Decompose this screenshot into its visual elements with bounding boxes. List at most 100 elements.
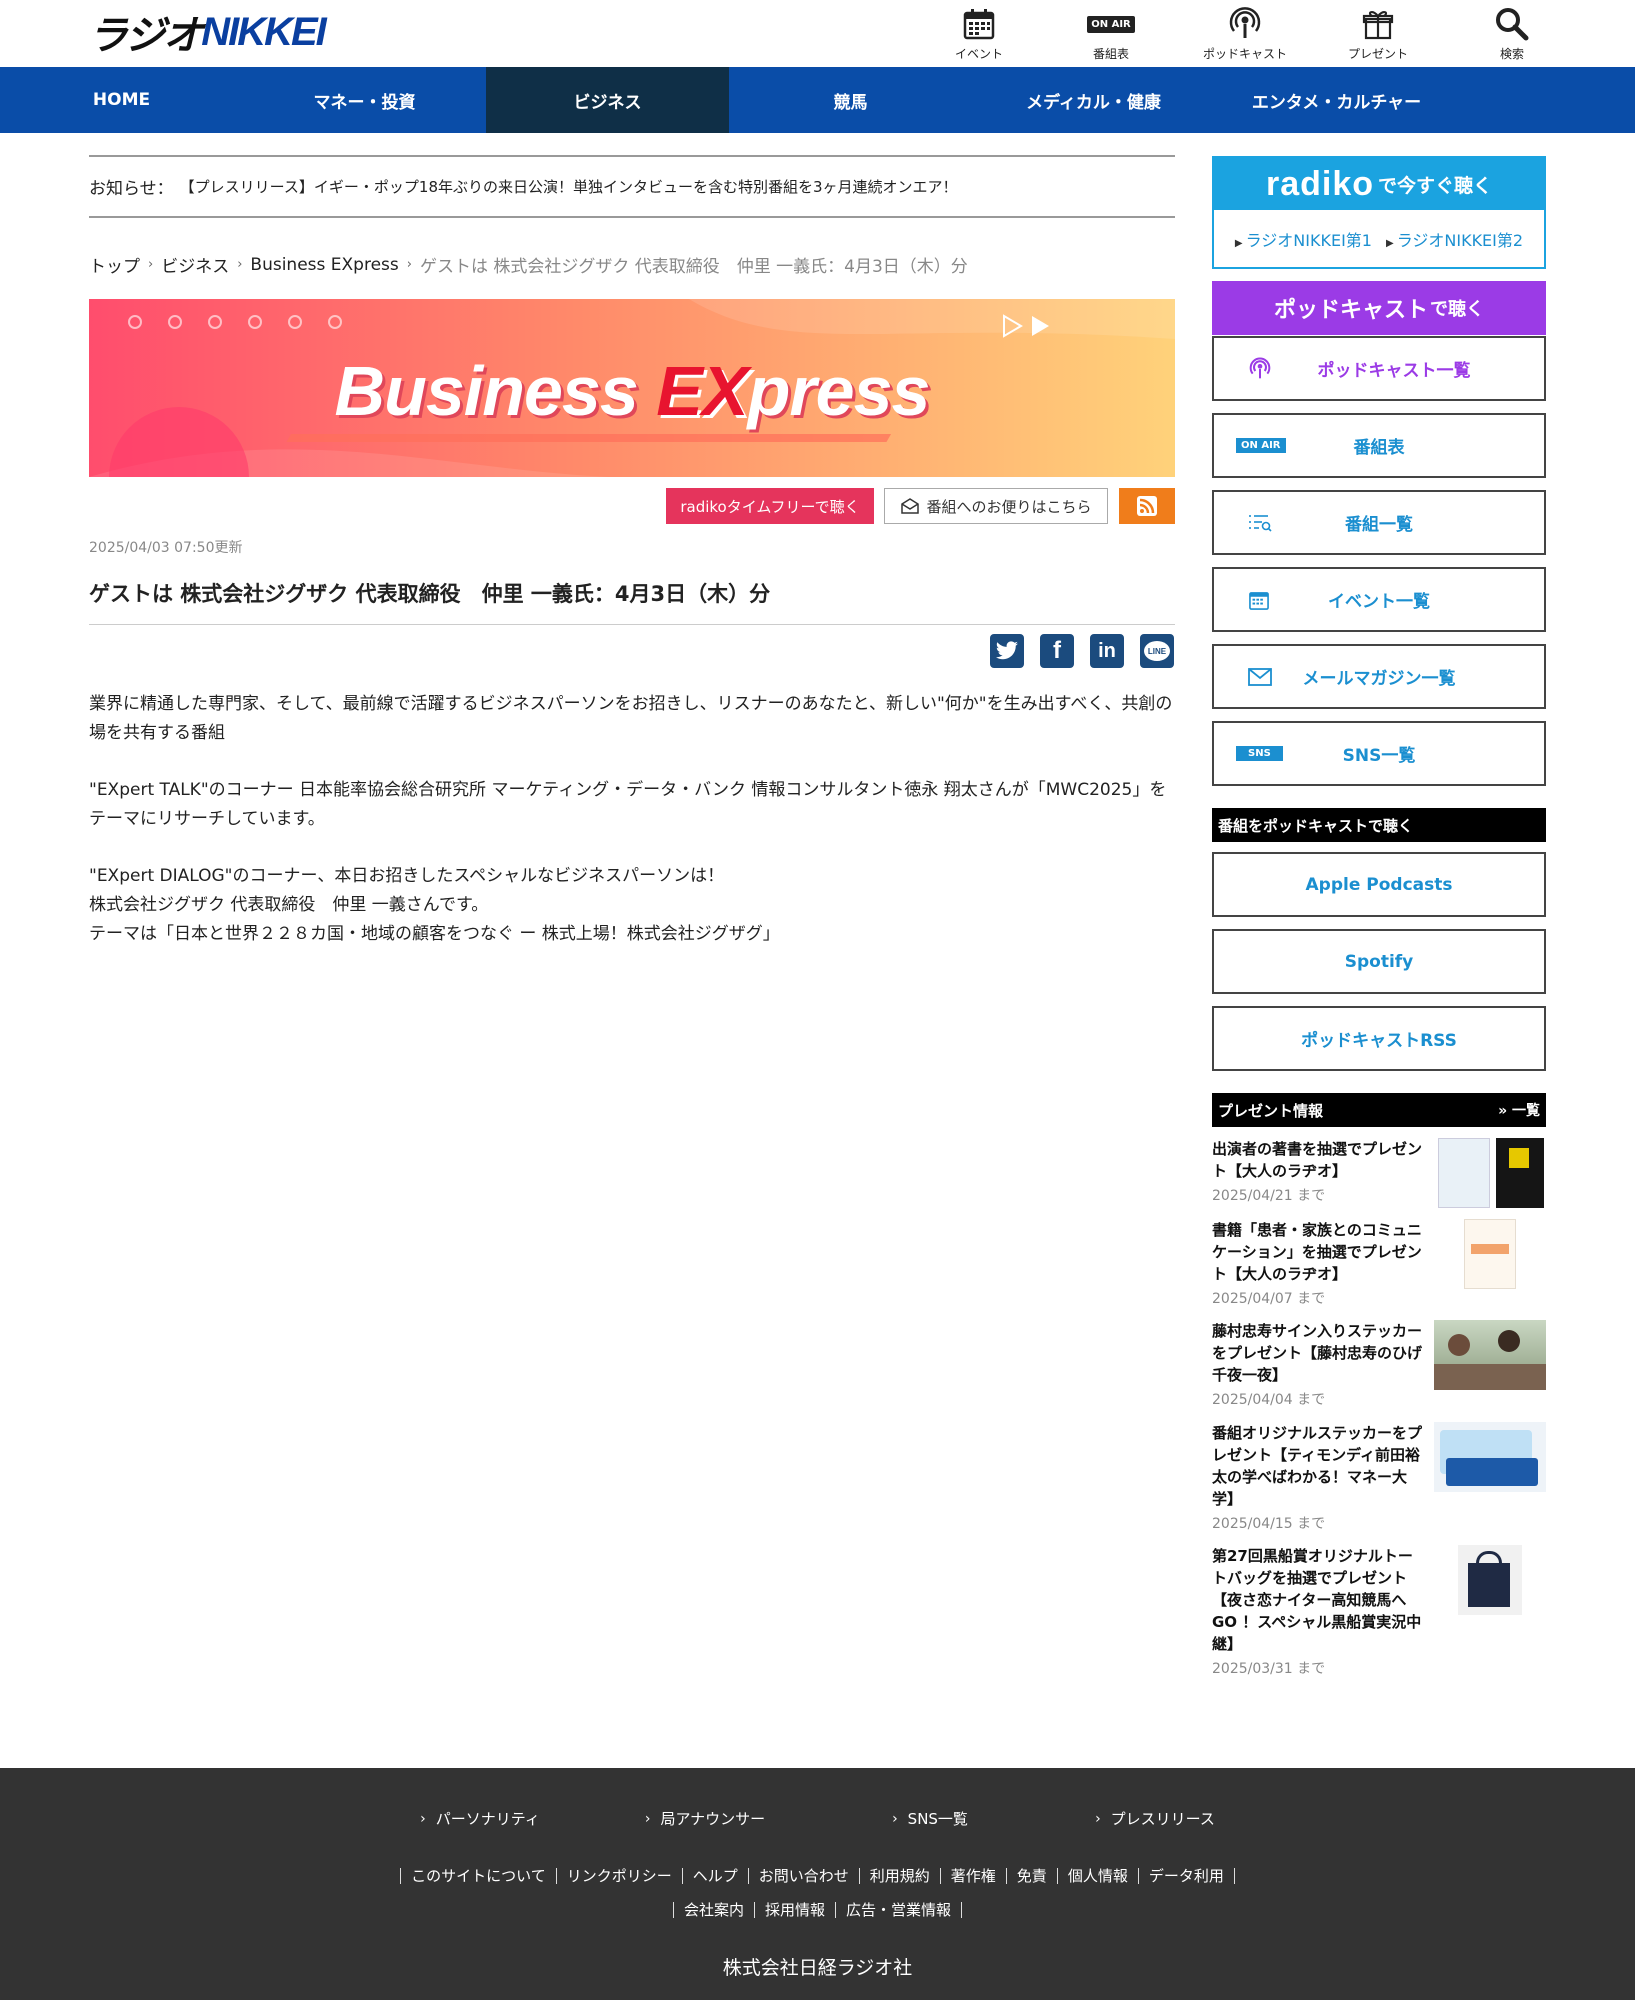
site-footer: › パーソナリティ › 局アナウンサー › SNS一覧 › プレスリリース このサイトに…: [0, 1768, 1635, 2000]
footer-link[interactable]: お問い合わせ: [747, 1868, 859, 1884]
present-item[interactable]: 書籍「患者・家族とのコミュニケーション」を抽選でプレゼント【大人のラヂオ】 20…: [1212, 1219, 1546, 1308]
notice-link[interactable]: 【プレスリリース】イギー・ポップ18年ぶりの来日公演！単独インタビューを含む特別…: [180, 176, 958, 197]
footer-link[interactable]: 広告・営業情報: [835, 1902, 963, 1918]
on-air-icon: ON AIR: [1236, 415, 1286, 476]
present-item[interactable]: 藤村忠寿サイン入りステッカーをプレゼント【藤村忠寿のひげ千夜一夜】 2025/0…: [1212, 1320, 1546, 1409]
chevron-right-icon: ›: [148, 257, 154, 272]
share-facebook-button[interactable]: f: [1040, 634, 1074, 668]
header-nav-present[interactable]: プレゼント: [1323, 5, 1433, 62]
gift-icon: [1361, 5, 1395, 43]
linkedin-icon: in: [1098, 639, 1116, 662]
double-chevron-right-icon: »: [1498, 1103, 1508, 1119]
present-section-header: プレゼント情報 » 一覧: [1212, 1093, 1546, 1127]
on-air-icon: ON AIR: [1087, 5, 1135, 43]
gnav-home[interactable]: HOME: [0, 67, 243, 133]
footer-link[interactable]: 採用情報: [753, 1902, 835, 1918]
search-icon: [1494, 5, 1530, 43]
updated-date: 2025/04/03 07:50更新: [89, 540, 243, 556]
present-item[interactable]: 出演者の著書を抽選でプレゼント【大人のラヂオ】 2025/04/21 まで: [1212, 1138, 1546, 1208]
program-mail-button[interactable]: 番組へのお便りはこちら: [884, 488, 1108, 524]
program-list-button[interactable]: 番組一覧: [1212, 490, 1546, 555]
footer-link[interactable]: データ利用: [1137, 1868, 1235, 1884]
footer-link[interactable]: ヘルプ: [681, 1868, 748, 1884]
footer-link[interactable]: 会社案内: [672, 1902, 754, 1918]
gnav-medical[interactable]: メディカル・健康: [972, 67, 1215, 133]
program-banner: Business EXpress: [89, 299, 1175, 477]
present-item[interactable]: 第27回黒船賞オリジナルトートバッグを抽選でプレゼント【夜さ恋ナイター高知競馬へ…: [1212, 1545, 1546, 1678]
mail-magazine-button[interactable]: メールマガジン一覧: [1212, 644, 1546, 709]
footer-link[interactable]: 免責: [1005, 1868, 1057, 1884]
chevron-right-icon: ›: [1095, 1810, 1101, 1827]
breadcrumb-top[interactable]: トップ: [89, 252, 140, 277]
article-paragraph: "EXpert DIALOG"のコーナー、本日お招きしたスペシャルなビジネスパー…: [89, 866, 780, 944]
chevron-right-icon: ›: [644, 1810, 651, 1827]
sns-icon: SNS: [1236, 723, 1283, 784]
radiko-box: radiko で今すぐ聴く ▶ ラジオNIKKEI第1 ▶ ラジオNIKKEI第2: [1212, 156, 1546, 269]
footer-link[interactable]: › SNS一覧: [818, 1808, 1043, 1829]
share-line-button[interactable]: LINE: [1140, 634, 1174, 668]
article-body: 業界に精通した専門家、そして、最前線で活躍するビジネスパーソンをお招きし、リスナ…: [89, 690, 1179, 949]
footer-link[interactable]: このサイトについて: [400, 1868, 556, 1884]
podcast-icon: [1248, 338, 1272, 399]
share-twitter-button[interactable]: [990, 634, 1024, 668]
radiko-logo: radiko: [1265, 164, 1375, 203]
notice-label: お知らせ：: [89, 179, 174, 199]
footer-link[interactable]: 個人情報: [1056, 1868, 1138, 1884]
footer-link[interactable]: 著作権: [939, 1868, 1006, 1884]
radiko-header: radiko で今すぐ聴く: [1214, 158, 1544, 210]
footer-link[interactable]: 利用規約: [858, 1868, 940, 1884]
triangle-right-icon: ▶: [1234, 237, 1243, 249]
schedule-button[interactable]: ON AIR 番組表: [1212, 413, 1546, 478]
site-header: ラジオ NIKKEI イベント ON AIR 番組表 ポッドキャスト プレゼント …: [0, 0, 1635, 67]
radiko-link-1[interactable]: ▶ ラジオNIKKEI第1: [1235, 227, 1372, 251]
radiko-timefree-button[interactable]: radikoタイムフリーで聴く: [666, 488, 874, 524]
gnav-keiba[interactable]: 競馬: [729, 67, 972, 133]
header-nav-search[interactable]: 検索: [1457, 5, 1567, 62]
calendar-icon: [962, 5, 996, 43]
spotify-button[interactable]: Spotify: [1212, 929, 1546, 994]
footer-company-links: 会社案内 採用情報 広告・営業情報: [0, 1902, 1635, 1918]
page-title: ゲストは 株式会社ジグザク 代表取締役 仲里 一義氏：4月3日（木）分: [89, 578, 1175, 625]
present-more-link[interactable]: » 一覧: [1498, 1100, 1540, 1120]
header-nav-podcast[interactable]: ポッドキャスト: [1190, 5, 1300, 62]
event-list-button[interactable]: イベント一覧: [1212, 567, 1546, 632]
chevron-right-icon: ›: [420, 1810, 426, 1827]
present-thumbnail: [1458, 1545, 1522, 1615]
radiko-link-2[interactable]: ▶ ラジオNIKKEI第2: [1386, 227, 1523, 251]
site-logo[interactable]: ラジオ NIKKEI: [88, 10, 327, 59]
breadcrumb-business[interactable]: ビジネス: [161, 252, 229, 277]
chevron-right-icon: ›: [892, 1810, 898, 1827]
chevron-right-icon: ›: [406, 257, 412, 272]
podcast-rss-button[interactable]: ポッドキャストRSS: [1212, 1006, 1546, 1071]
present-item[interactable]: 番組オリジナルステッカーをプレゼント【ティモンディ前田裕太の学べばわかる！マネー…: [1212, 1422, 1546, 1533]
present-thumbnail: [1434, 1422, 1546, 1492]
footer-link[interactable]: リンクポリシー: [555, 1868, 682, 1884]
triangle-right-icon: ▶: [1386, 237, 1394, 249]
footer-link[interactable]: › 局アナウンサー: [593, 1808, 818, 1829]
footer-link[interactable]: › プレスリリース: [1043, 1808, 1268, 1829]
facebook-icon: f: [1053, 637, 1061, 664]
footer-main-links: › パーソナリティ › 局アナウンサー › SNS一覧 › プレスリリース: [0, 1808, 1635, 1829]
gnav-money[interactable]: マネー・投資: [243, 67, 486, 133]
header-nav-event[interactable]: イベント: [924, 5, 1034, 62]
gnav-business[interactable]: ビジネス: [486, 67, 729, 133]
calendar-icon: [1248, 569, 1270, 630]
header-nav-schedule[interactable]: ON AIR 番組表: [1056, 5, 1166, 62]
gnav-entertainment[interactable]: エンタメ・カルチャー: [1215, 67, 1458, 133]
present-thumbnail: [1464, 1219, 1516, 1289]
present-thumbnail: [1434, 1320, 1546, 1390]
present-thumbnail: [1434, 1138, 1546, 1210]
apple-podcasts-button[interactable]: Apple Podcasts: [1212, 852, 1546, 917]
footer-link[interactable]: › パーソナリティ: [368, 1808, 593, 1829]
breadcrumb-program[interactable]: Business EXpress: [250, 255, 398, 275]
program-list-icon: [1248, 492, 1272, 553]
share-linkedin-button[interactable]: in: [1090, 634, 1124, 668]
podcast-header: ポッドキャスト で聴く: [1212, 281, 1546, 335]
podcast-list-button[interactable]: ポッドキャスト一覧: [1212, 336, 1546, 401]
mail-icon: [1248, 646, 1272, 707]
rss-button[interactable]: [1119, 488, 1175, 524]
podcast-section-header: 番組をポッドキャストで聴く: [1212, 808, 1546, 842]
breadcrumb: トップ › ビジネス › Business EXpress › ゲストは 株式会…: [89, 252, 968, 278]
sns-list-button[interactable]: SNS SNS一覧: [1212, 721, 1546, 786]
rss-icon: [1137, 496, 1157, 516]
